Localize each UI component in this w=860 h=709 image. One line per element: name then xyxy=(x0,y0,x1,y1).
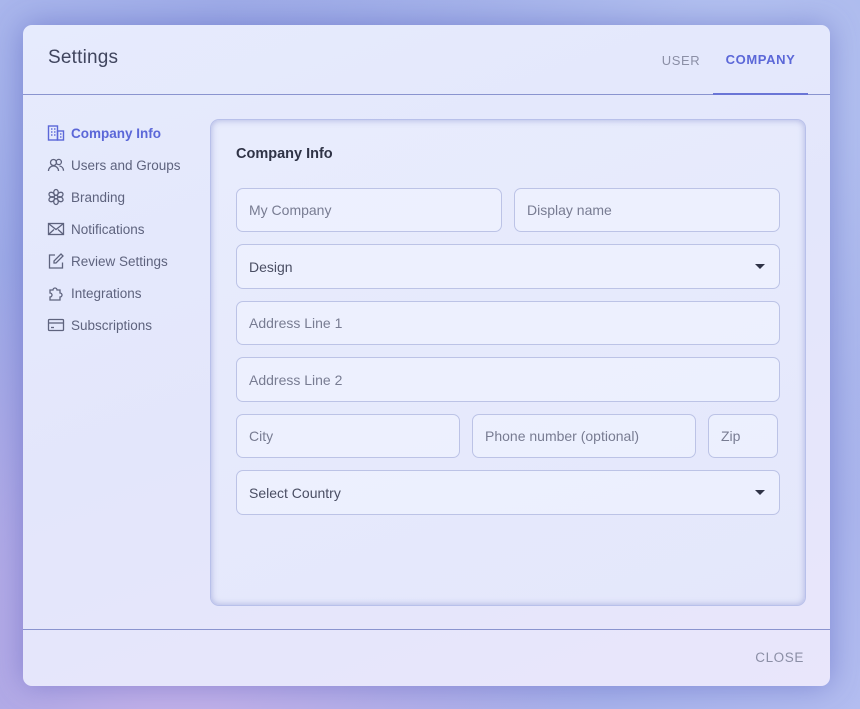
sidebar-item-label: Review Settings xyxy=(71,253,168,269)
building-icon xyxy=(47,124,65,142)
sidebar-item-branding[interactable]: Branding xyxy=(47,181,217,213)
country-select[interactable]: Select Country xyxy=(236,470,780,515)
display-name-field[interactable] xyxy=(514,188,780,232)
sidebar-item-label: Notifications xyxy=(71,221,145,237)
phone-input[interactable] xyxy=(485,415,695,457)
tab-user[interactable]: USER xyxy=(651,25,711,95)
users-icon xyxy=(47,156,65,174)
puzzle-icon xyxy=(47,284,65,302)
company-name-field[interactable] xyxy=(236,188,502,232)
envelope-icon xyxy=(47,220,65,238)
zip-field[interactable] xyxy=(708,414,778,458)
phone-field[interactable] xyxy=(472,414,696,458)
dialog-title: Settings xyxy=(48,47,119,68)
chevron-down-icon xyxy=(755,490,765,495)
country-select-value: Select Country xyxy=(249,484,341,501)
edit-icon xyxy=(47,252,65,270)
dialog-footer: CLOSE xyxy=(23,629,830,686)
company-name-input[interactable] xyxy=(249,189,501,231)
city-input[interactable] xyxy=(249,415,459,457)
sidebar-item-integrations[interactable]: Integrations xyxy=(47,277,217,309)
sidebar-item-users-and-groups[interactable]: Users and Groups xyxy=(47,149,217,181)
city-field[interactable] xyxy=(236,414,460,458)
zip-input[interactable] xyxy=(721,415,777,457)
panel-title: Company Info xyxy=(236,146,333,162)
address-line-1-field[interactable] xyxy=(236,301,780,345)
settings-dialog: Settings USER COMPANY Company Info Users… xyxy=(23,25,830,686)
sidebar-item-notifications[interactable]: Notifications xyxy=(47,213,217,245)
address-line-1-input[interactable] xyxy=(249,302,779,344)
address-line-2-input[interactable] xyxy=(249,358,779,401)
sidebar-item-company-info[interactable]: Company Info xyxy=(47,117,217,149)
company-info-panel: Company Info Design Select Country xyxy=(211,120,805,605)
credit-card-icon xyxy=(47,316,65,334)
display-name-input[interactable] xyxy=(527,189,779,231)
sidebar-item-label: Integrations xyxy=(71,285,142,301)
chevron-down-icon xyxy=(755,264,765,269)
sidebar-item-label: Subscriptions xyxy=(71,317,153,333)
sidebar-item-label: Company Info xyxy=(71,125,161,141)
tab-company[interactable]: COMPANY xyxy=(713,25,808,95)
sidebar-item-label: Branding xyxy=(71,189,126,205)
sidebar-item-label: Users and Groups xyxy=(71,157,181,173)
flower-icon xyxy=(47,188,65,206)
industry-select-value: Design xyxy=(249,258,293,275)
settings-sidebar: Company Info Users and Groups Branding N… xyxy=(47,117,217,341)
dialog-header: Settings USER COMPANY xyxy=(23,25,830,95)
close-button[interactable]: CLOSE xyxy=(755,650,804,665)
address-line-2-field[interactable] xyxy=(236,357,780,402)
industry-select[interactable]: Design xyxy=(236,244,780,289)
sidebar-item-subscriptions[interactable]: Subscriptions xyxy=(47,309,217,341)
sidebar-item-review-settings[interactable]: Review Settings xyxy=(47,245,217,277)
